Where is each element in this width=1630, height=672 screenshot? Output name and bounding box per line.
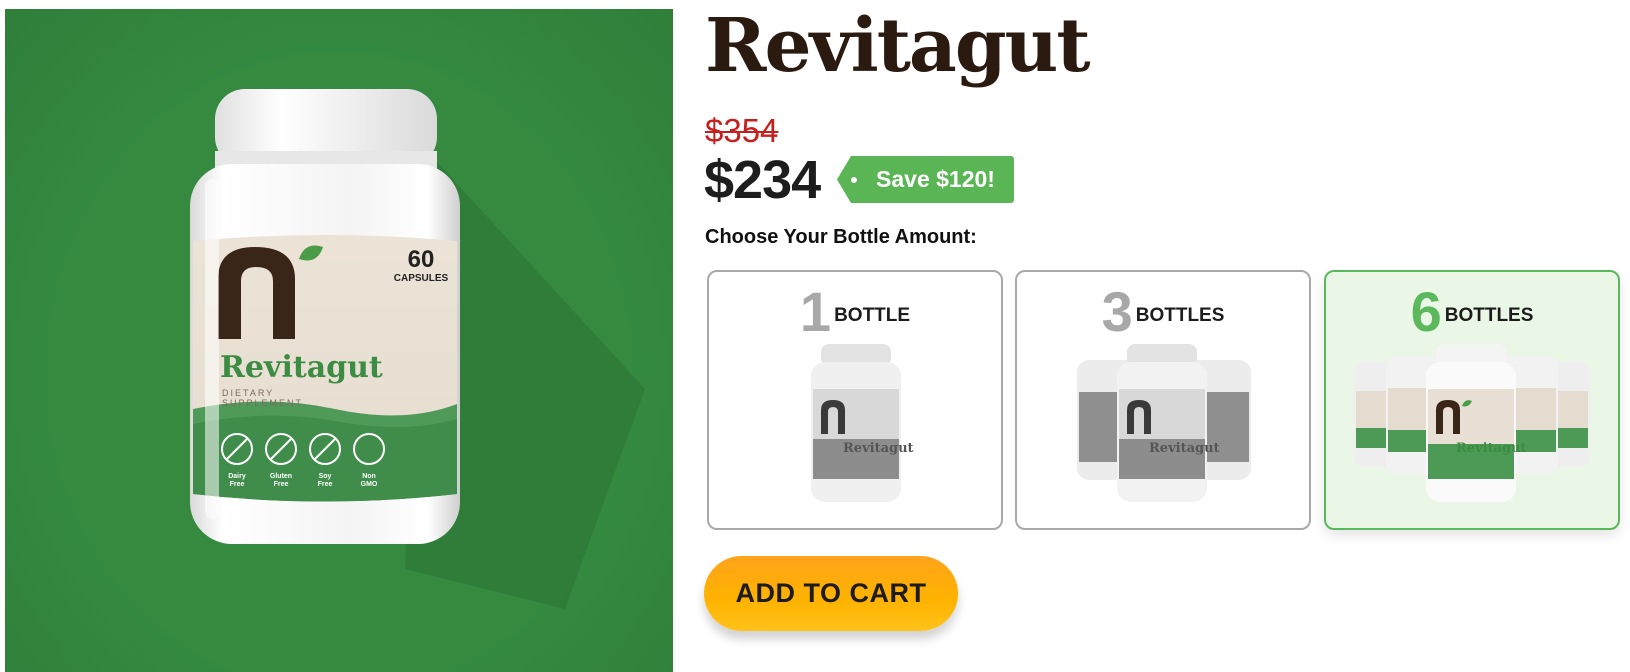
option-1-bottle[interactable]: 1 BOTTLE Revitagut [707,270,1003,530]
hero-badge-4-line1: Non [362,473,376,480]
hero-badge-1-line1: Dairy [228,473,246,480]
original-price: $354 [705,112,779,149]
option-6-bottles-image: Revitagut [1354,344,1590,502]
add-to-cart-button[interactable]: ADD TO CART [704,556,958,631]
option-3-word: BOTTLES [1135,305,1225,326]
hero-badge-1-line2: Free [230,481,245,488]
option-3-bottles-image: Revitagut [1077,344,1251,502]
svg-text:Revitagut: Revitagut [1456,441,1527,456]
hero-label-brand: Revitagut [220,350,383,385]
hero-badge-3-line2: Free [318,481,333,488]
bottle-amount-label: Choose Your Bottle Amount: [705,226,977,248]
option-6-word: BOTTLES [1444,305,1534,326]
option-1-bottle-image: Revitagut [811,344,914,502]
option-1-word: BOTTLE [834,305,911,326]
hero-product-image: 60 CAPSULES Revitagut DIETARY SUPPLEMENT… [5,9,673,672]
sale-price: $234 [704,150,821,210]
hero-label-subtitle-2: SUPPLEMENT [222,398,303,408]
hero-badge-2-line1: Gluten [270,473,292,480]
option-6-heading: 6 BOTTLES [1326,280,1618,343]
hero-label-subtitle-1: DIETARY [222,388,274,398]
hero-capsule-count: 60 [408,246,435,273]
svg-text:Revitagut: Revitagut [1149,441,1220,456]
hero-bottle-illustration: 60 CAPSULES Revitagut DIETARY SUPPLEMENT… [190,89,645,609]
savings-badge: Save $120! [837,156,1014,203]
option-1-heading: 1 BOTTLE [709,280,1001,343]
option-1-number: 1 [799,280,832,343]
option-6-bottles[interactable]: 6 BOTTLES Revitagut [1324,270,1620,530]
hero-capsule-word: CAPSULES [394,273,449,284]
hero-badge-3-line1: Soy [319,473,332,480]
option-6-number: 6 [1410,280,1442,343]
option-3-heading: 3 BOTTLES [1017,280,1309,343]
svg-text:Revitagut: Revitagut [843,441,914,456]
option-3-bottles[interactable]: 3 BOTTLES Revitagut [1015,270,1311,530]
option-3-number: 3 [1101,280,1133,343]
savings-badge-label: Save $120! [876,166,995,192]
hero-badge-2-line2: Free [274,481,289,488]
hero-badge-4-line2: GMO [361,481,378,488]
brand-title: Revitagut [705,3,1091,89]
